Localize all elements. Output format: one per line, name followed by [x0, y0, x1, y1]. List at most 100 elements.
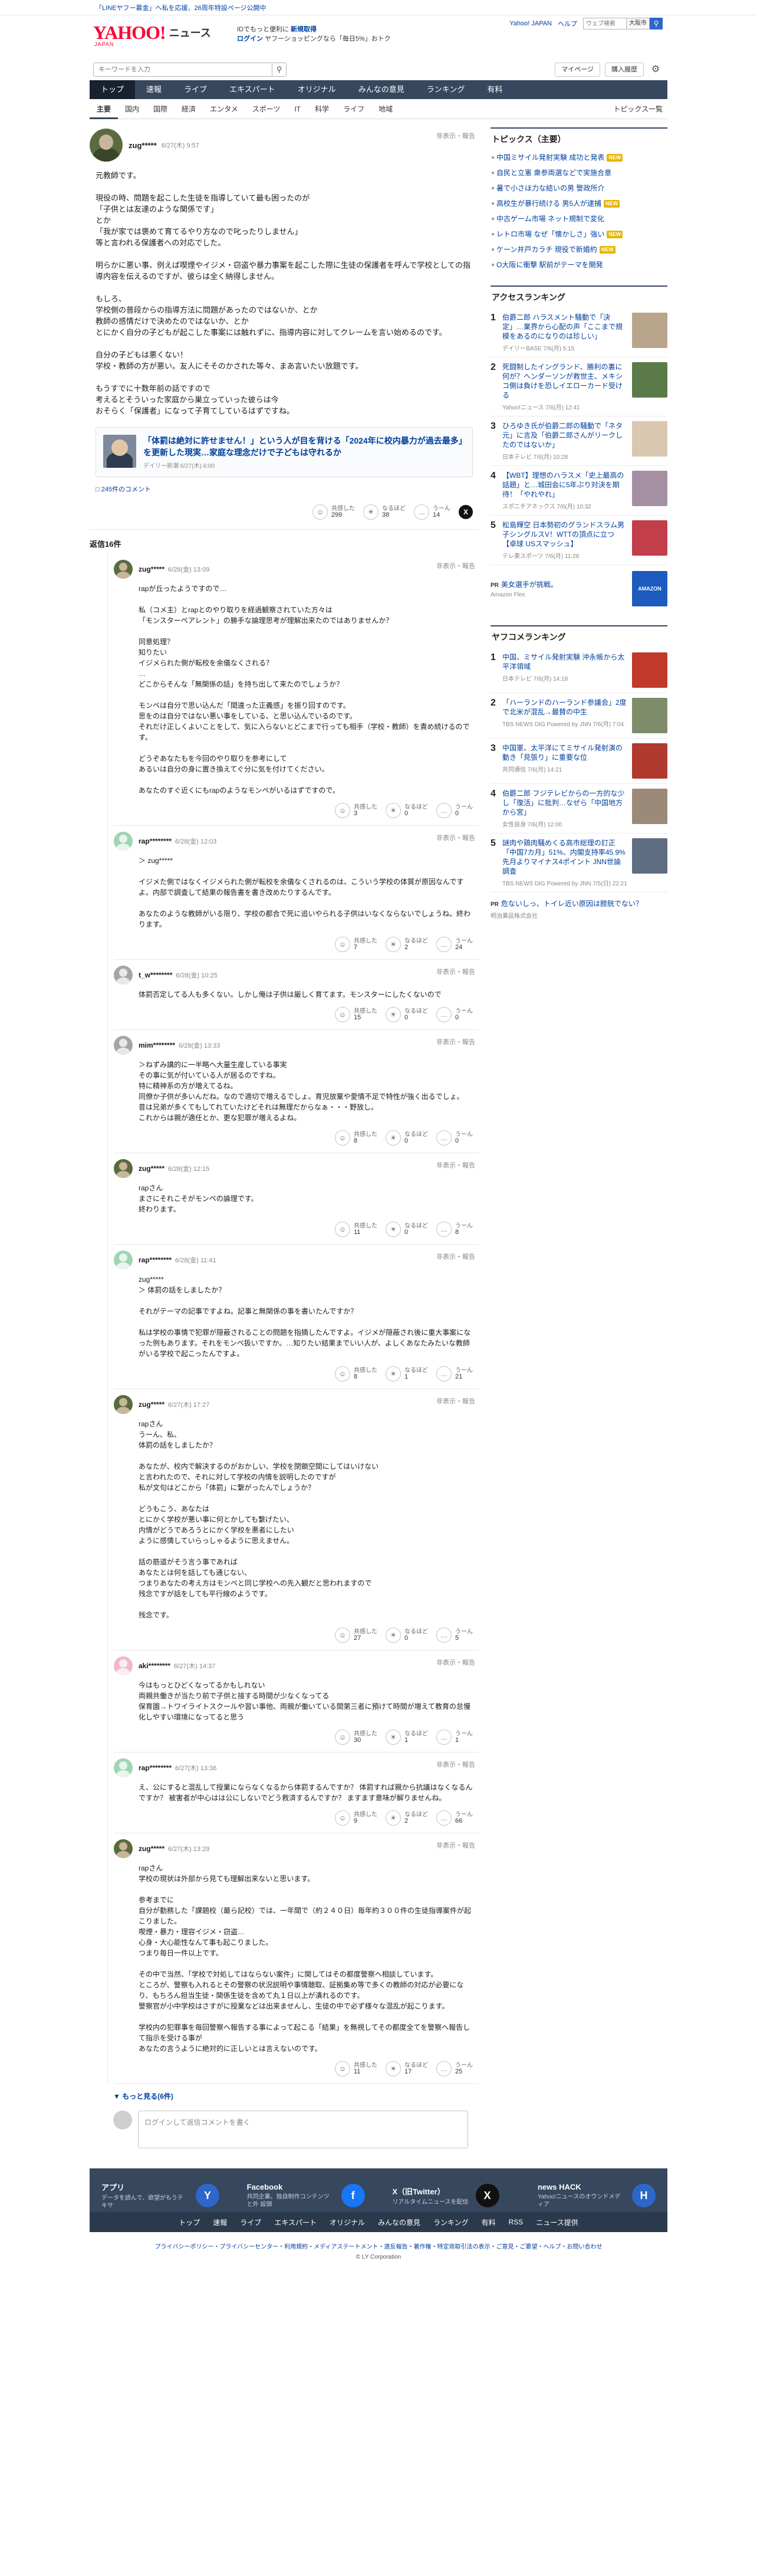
avatar[interactable] [90, 129, 123, 162]
topic-link[interactable]: 中古ゲーム市場 ネット規制で変化 [491, 211, 667, 227]
reply-user[interactable]: rap******** [139, 837, 172, 845]
nav-item-expert[interactable]: エキスパート [218, 80, 287, 99]
rank-title[interactable]: 松島輝空 日本勢初のグランドスラム男子シングルスV！WTTの頂点に立つ【卓球 U… [502, 520, 627, 549]
reply-user[interactable]: zug***** [139, 1400, 164, 1409]
naruhodo-button[interactable]: ☀ なるほど 38 [363, 504, 406, 520]
login-link[interactable]: ログイン [237, 35, 263, 42]
x-share-icon[interactable]: X [459, 505, 473, 519]
tab-entertainment[interactable]: エンタメ [203, 99, 245, 119]
ranking-item[interactable]: 4 【WBT】理想のハラスメ「史上最高の話題」と…城田会に5年ぶり対決を期待！「や… [491, 466, 667, 516]
rank-title[interactable]: 死闘制したイングランド、勝利の裏に何が？ヘンダーソンが救世主、メキシコ側は負けを… [502, 362, 627, 400]
ranking-item[interactable]: 3 中国軍、太平洋にてミサイル発射演の動き「見張り」に重要な位 共同通信 7/6(月… [491, 739, 667, 784]
reply-user[interactable]: mim******** [139, 1041, 175, 1049]
footer-nav-item[interactable]: オリジナル [330, 2217, 365, 2227]
web-search-icon[interactable]: ⚲ [650, 18, 663, 29]
shopping-promo[interactable]: ヤフーショッピングなら「毎日5%」おトク [265, 35, 391, 42]
hmm-button[interactable]: … うーん 21 [436, 1366, 473, 1381]
tab-economy[interactable]: 経済 [175, 99, 203, 119]
report-link[interactable]: 非表示・報告 [436, 1396, 475, 1406]
web-search-input[interactable] [583, 18, 627, 29]
naruhodo-button[interactable]: ☀ なるほど 1 [386, 1730, 428, 1745]
empathy-button[interactable]: ☺ 共感した 11 [335, 1222, 377, 1237]
report-link[interactable]: 非表示・報告 [436, 1252, 475, 1261]
purchase-history-button[interactable]: 購入履歴 [605, 63, 644, 77]
reply-user[interactable]: zug***** [139, 565, 164, 573]
promo-link[interactable]: 「LINEヤフー募金」へ私を応援、26周年特設ページ公開中 [90, 0, 667, 12]
mypage-button[interactable]: マイページ [555, 63, 600, 77]
rank-title[interactable]: ひろゆき氏が伯爵二郎の騒動で「ネタ元」に言及「伯爵二郎さんがリークしたのではない… [502, 421, 627, 449]
footer-nav-item[interactable]: ライブ [240, 2217, 261, 2227]
empathy-button[interactable]: ☺ 共感した 7 [335, 937, 377, 952]
rank-title[interactable]: 伯爵二郎 ハラスメント騒動で「決定」…業界から心配の声「ここまで規模をあるのにな… [502, 313, 627, 341]
tab-sports[interactable]: スポーツ [245, 99, 288, 119]
footer-links[interactable]: プライバシーポリシー・プライバシーセンター・利用規約・メディアステートメント・違… [90, 2242, 667, 2250]
avatar[interactable] [114, 1656, 133, 1675]
naruhodo-button[interactable]: ☀ なるほど 0 [386, 1222, 428, 1237]
ranking-item[interactable]: 2 死闘制したイングランド、勝利の裏に何が？ヘンダーソンが救世主、メキシコ側は負け… [491, 357, 667, 416]
footer-nav-item[interactable]: 有料 [482, 2217, 496, 2227]
comment-user[interactable]: zug***** [129, 141, 157, 150]
news-search-input[interactable] [93, 63, 272, 77]
avatar[interactable] [114, 1395, 133, 1414]
rank-title[interactable]: 謎肉や鶏肉騒めくる高市総理の訂正「中国7カ月」51%、内閣支持率45.9% 先月… [502, 838, 627, 876]
yahoo-japan-link[interactable]: Yahoo! JAPAN [509, 20, 552, 27]
tab-science[interactable]: 科学 [308, 99, 336, 119]
pr-ad[interactable]: PR 危ないしっ、トイレ近い原因は膀胱でない？ 明治薬品株式会社 [491, 892, 667, 926]
hmm-button[interactable]: … うーん 0 [436, 1130, 473, 1146]
hmm-button[interactable]: … うーん 14 [414, 504, 450, 520]
nav-item-ranking[interactable]: ランキング [416, 80, 476, 99]
nav-item-top[interactable]: トップ [90, 80, 136, 99]
yahoo-logo[interactable]: YAHOO! JAPAN ニュース [93, 23, 211, 47]
ranking-item[interactable]: 4 伯爵二郎 フジテレビからの一方的な少し「復活」に批判…なぜら「中国地方から宮」… [491, 784, 667, 833]
tab-local[interactable]: 地域 [371, 99, 400, 119]
naruhodo-button[interactable]: ☀ なるほど 0 [386, 803, 428, 818]
topic-link[interactable]: 自民と立憲 衆参両選などで実施合意 [491, 165, 667, 181]
nav-item-paid[interactable]: 有料 [476, 80, 514, 99]
search-icon[interactable]: ⚲ [272, 63, 287, 77]
naruhodo-button[interactable]: ☀ なるほど 2 [386, 1810, 428, 1826]
footer-nav-item[interactable]: 速報 [213, 2217, 227, 2227]
naruhodo-button[interactable]: ☀ なるほど 17 [386, 2061, 428, 2076]
empathy-button[interactable]: ☺ 共感した 8 [335, 1130, 377, 1146]
report-link[interactable]: 非表示・報告 [436, 1840, 475, 1850]
help-link[interactable]: ヘルプ [558, 19, 577, 28]
rank-title[interactable]: 「ハーランドのハーランド参議会」2度で北米が混乱→最賛の中生 [502, 698, 627, 717]
naruhodo-button[interactable]: ☀ なるほど 1 [386, 1366, 428, 1381]
hmm-button[interactable]: … うーん 0 [436, 1007, 473, 1022]
report-link[interactable]: 非表示・報告 [436, 1037, 475, 1046]
tab-it[interactable]: IT [287, 99, 308, 119]
naruhodo-button[interactable]: ☀ なるほど 0 [386, 1007, 428, 1022]
tab-international[interactable]: 国際 [146, 99, 175, 119]
naruhodo-button[interactable]: ☀ なるほど 0 [386, 1130, 428, 1146]
nav-item-opinion[interactable]: みんなの意見 [347, 80, 416, 99]
empathy-button[interactable]: ☺ 共感した 30 [335, 1730, 377, 1745]
topic-link[interactable]: 暑で小さほ力な結いの男 警政所介 [491, 181, 667, 196]
reply-user[interactable]: aki******** [139, 1662, 170, 1670]
report-link[interactable]: 非表示・報告 [436, 561, 475, 570]
topic-link[interactable]: レトロ市場 なぜ「懐かしさ」強い NEW [491, 227, 667, 242]
ranking-item[interactable]: 5 松島輝空 日本勢初のグランドスラム男子シングルスV！WTTの頂点に立つ【卓球 … [491, 516, 667, 565]
ranking-item[interactable]: 1 中国、ミサイル発射実験 沖永帳から太平洋領域 日本テレビ 7/6(月) 14:1… [491, 648, 667, 693]
gear-icon[interactable]: ⚙ [649, 63, 663, 77]
report-link[interactable]: 非表示・報告 [436, 833, 475, 842]
report-link[interactable]: 非表示・報告 [436, 1760, 475, 1769]
empathy-button[interactable]: ☺ 共感した 11 [335, 2061, 377, 2076]
reply-user[interactable]: zug***** [139, 1164, 164, 1173]
hmm-button[interactable]: … うーん 24 [436, 937, 473, 952]
empathy-button[interactable]: ☺ 共感した 15 [335, 1007, 377, 1022]
hmm-button[interactable]: … うーん 8 [436, 1222, 473, 1237]
naruhodo-button[interactable]: ☀ なるほど 2 [386, 937, 428, 952]
hmm-button[interactable]: … うーん 5 [436, 1627, 473, 1643]
avatar[interactable] [114, 1251, 133, 1269]
more-replies-button[interactable]: ▼ もっと見る(6件) [90, 2084, 479, 2101]
footer-app[interactable]: X（旧Twitter） リアルタイムニュースを配信 X [392, 2179, 510, 2212]
empathy-button[interactable]: ☺ 共感した 27 [335, 1627, 377, 1643]
topics-list-link[interactable]: トピックス一覧 [613, 99, 663, 119]
pr-title[interactable]: 美女選手が挑戦。 [501, 580, 558, 589]
footer-app[interactable]: Facebook 共同企業。独自制作コンテンツと外 設頭 f [247, 2179, 365, 2212]
rank-title[interactable]: 中国軍、太平洋にてミサイル発射演の動き「見張り」に重要な位 [502, 743, 627, 762]
article-title[interactable]: 「体罰は絶対に許せません！」という人が目を背ける「2024年に校内暴力が過去最多… [143, 435, 465, 458]
report-link[interactable]: 非表示・報告 [436, 1160, 475, 1170]
signup-link[interactable]: 新規取得 [291, 26, 317, 33]
topic-link[interactable]: O大阪に衝撃 駅前がテーマを開発 [491, 257, 667, 273]
